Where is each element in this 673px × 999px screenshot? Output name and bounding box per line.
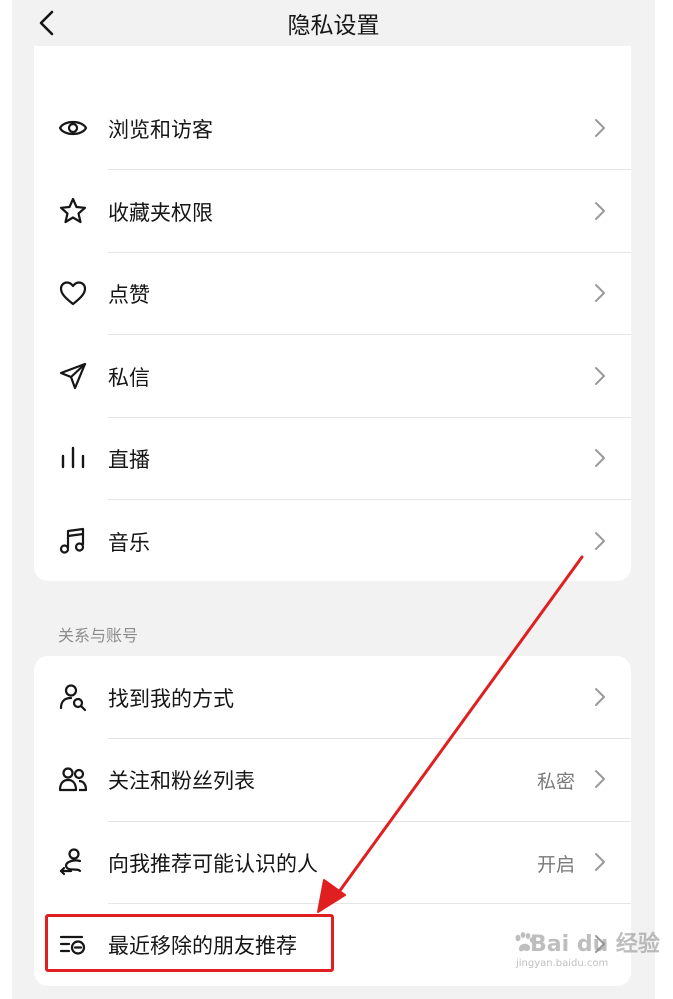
- row-label: 私信: [108, 366, 150, 390]
- paper-plane-icon: [59, 362, 87, 390]
- row-browse-visitors[interactable]: 浏览和访客: [34, 87, 631, 169]
- row-value: 私密: [536, 771, 575, 793]
- row-value: 开启: [536, 854, 575, 876]
- chevron-right-icon: [595, 119, 605, 137]
- baidu-watermark: Bai du 经验 jingyan.baidu.com: [512, 920, 660, 980]
- row-private-message[interactable]: 私信: [34, 335, 631, 417]
- chevron-right-icon: [595, 284, 605, 302]
- row-label: 收藏夹权限: [108, 201, 213, 225]
- row-recommend-people[interactable]: 向我推荐可能认识的人 开启: [34, 821, 631, 903]
- row-label: 点赞: [108, 283, 150, 307]
- header: 隐私设置: [12, 0, 655, 46]
- chevron-right-icon: [595, 853, 605, 871]
- highlight-box: [45, 914, 334, 972]
- chevron-right-icon: [595, 449, 605, 467]
- chevron-right-icon: [595, 532, 605, 550]
- chevron-right-icon: [595, 202, 605, 220]
- privacy-card: 浏览和访客 收藏夹权限 点赞 私信 直播 音乐: [34, 46, 631, 581]
- row-label: 关注和粉丝列表: [108, 769, 255, 793]
- row-likes[interactable]: 点赞: [34, 252, 631, 334]
- row-label: 找到我的方式: [108, 687, 234, 711]
- eye-icon: [58, 120, 88, 136]
- row-favorites-permission[interactable]: 收藏夹权限: [34, 170, 631, 252]
- chevron-right-icon: [595, 770, 605, 788]
- row-music[interactable]: 音乐: [34, 500, 631, 581]
- section-title: 关系与账号: [58, 626, 139, 645]
- chevron-right-icon: [595, 367, 605, 385]
- chevron-right-icon: [595, 688, 605, 706]
- row-live[interactable]: 直播: [34, 417, 631, 499]
- watermark-sub: jingyan.baidu.com: [516, 958, 609, 969]
- user-search-icon: [59, 684, 87, 712]
- recommend-path-icon: [59, 848, 82, 876]
- row-label: 直播: [108, 448, 150, 472]
- star-icon: [59, 197, 87, 224]
- heart-icon: [59, 281, 87, 306]
- row-follow-list[interactable]: 关注和粉丝列表 私密: [34, 738, 631, 820]
- watermark-main: Bai du 经验: [530, 932, 660, 957]
- page-title: 隐私设置: [287, 13, 380, 39]
- row-label: 音乐: [108, 531, 150, 555]
- row-label: 向我推荐可能认识的人: [108, 852, 318, 876]
- row-label: 浏览和访客: [108, 118, 213, 142]
- live-bars-icon: [61, 446, 85, 469]
- users-icon: [58, 767, 88, 792]
- music-note-icon: [59, 527, 85, 554]
- row-find-me[interactable]: 找到我的方式: [34, 656, 631, 738]
- app-frame: 隐私设置 浏览和访客 收藏夹权限 点赞 私信 直播 音乐 关系与账号 找到我的方…: [12, 0, 655, 999]
